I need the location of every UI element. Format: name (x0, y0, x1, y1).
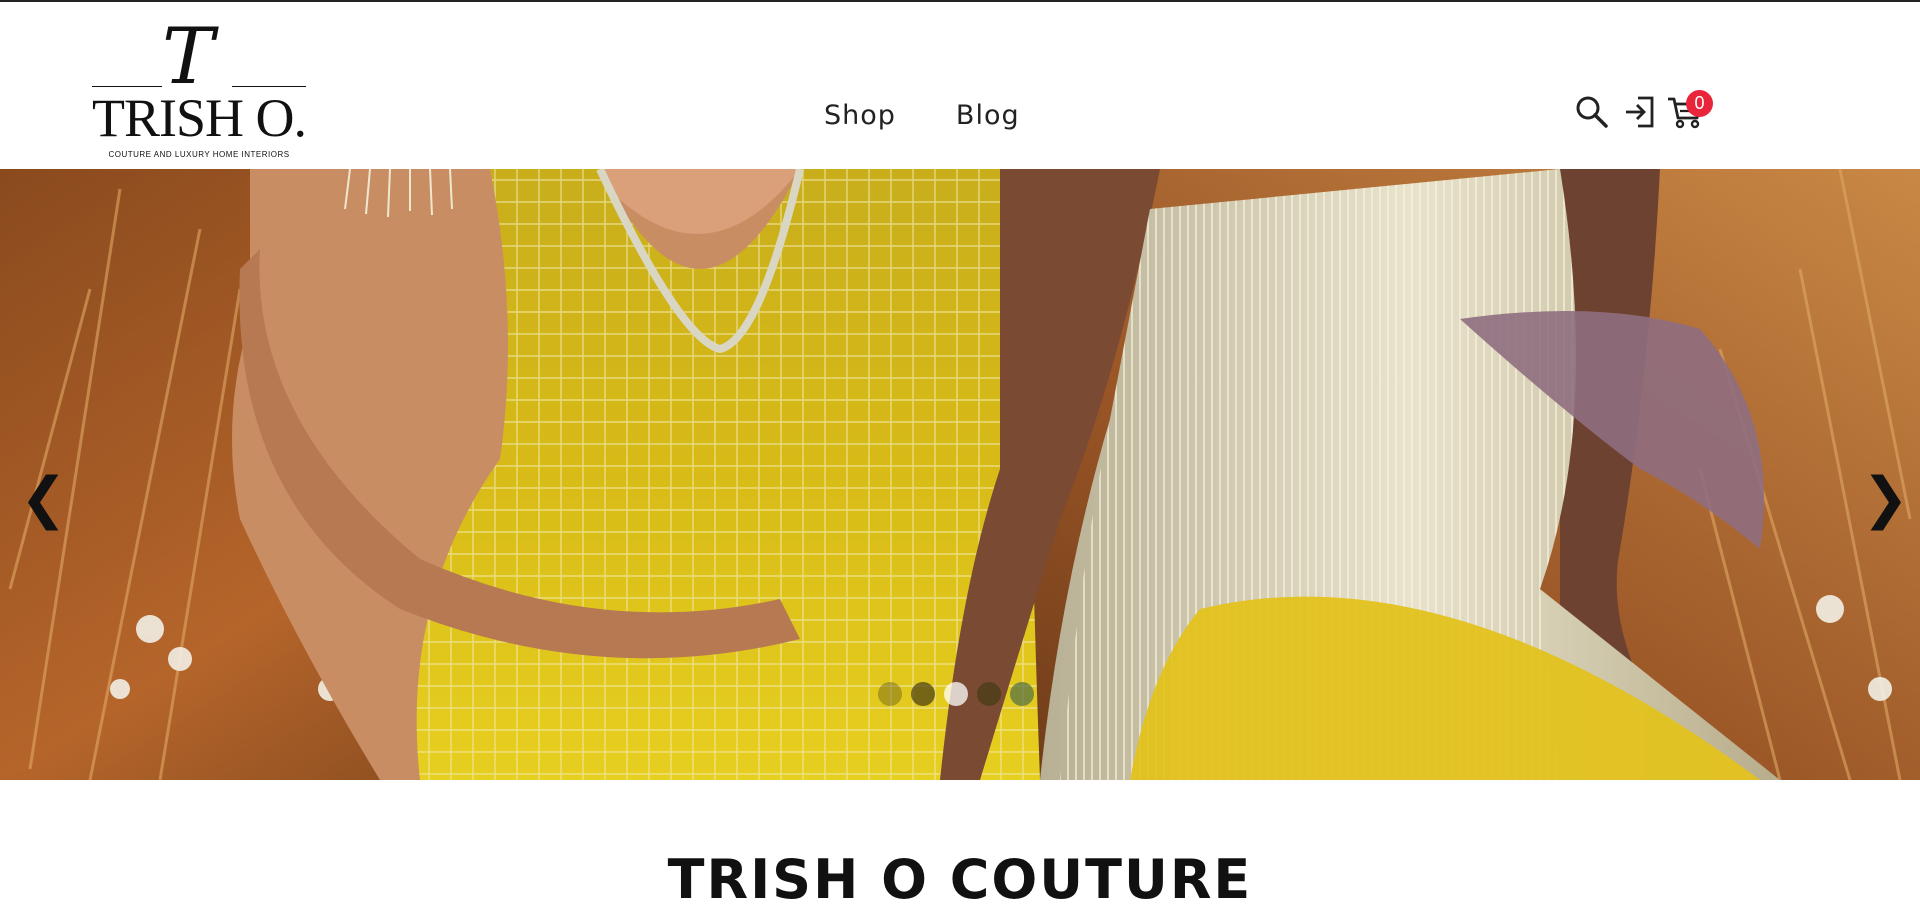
nav-shop[interactable]: Shop (824, 100, 896, 131)
logo-rule-right (232, 86, 306, 87)
carousel-dot-2[interactable] (911, 682, 935, 706)
main-nav: Shop Blog (824, 100, 1020, 131)
carousel-dot-4[interactable] (977, 682, 1001, 706)
logo-monogram: T (162, 12, 215, 102)
carousel-dot-3[interactable] (944, 682, 968, 706)
search-icon[interactable] (1574, 94, 1610, 130)
nav-blog[interactable]: Blog (956, 100, 1020, 131)
cart-count-badge: 0 (1686, 90, 1713, 117)
site-header: T TRISH O. COUTURE AND LUXURY HOME INTER… (0, 2, 1920, 167)
carousel-prev-button[interactable]: ❮ (20, 469, 67, 529)
carousel-dot-5[interactable] (1010, 682, 1034, 706)
carousel-next-button[interactable]: ❯ (1862, 469, 1909, 529)
hero-carousel: ❮ ❯ (0, 169, 1920, 780)
login-icon[interactable] (1622, 94, 1658, 130)
carousel-dots (878, 682, 1034, 706)
brand-logo[interactable]: T TRISH O. COUTURE AND LUXURY HOME INTER… (92, 12, 307, 166)
section-title: TRISH O COUTURE (667, 848, 1253, 911)
logo-wordmark: TRISH O. (92, 88, 307, 148)
logo-rule-left (92, 86, 162, 87)
logo-tagline: COUTURE AND LUXURY HOME INTERIORS (108, 150, 290, 159)
carousel-dot-1[interactable] (878, 682, 902, 706)
